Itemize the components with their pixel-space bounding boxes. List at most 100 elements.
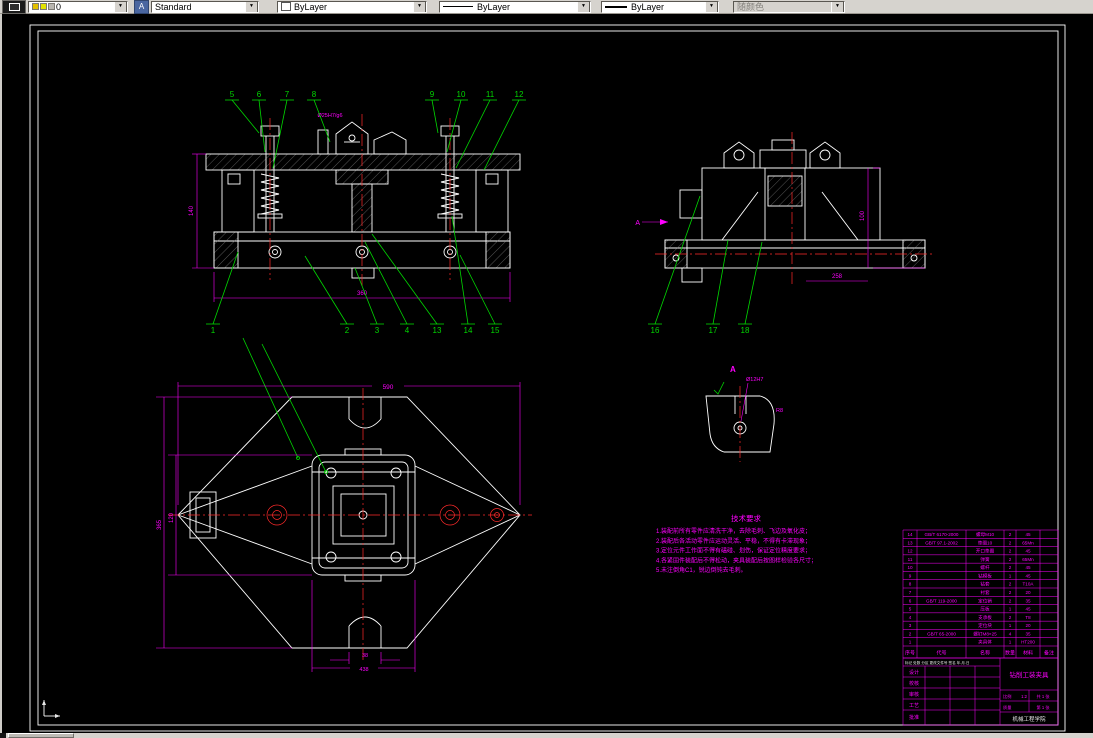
parts-list-cell: 35	[1025, 631, 1031, 636]
parts-list-cell: 2	[1009, 590, 1012, 595]
linetype-combo[interactable]: ByLayer ▼	[439, 1, 591, 13]
drawing-title: 钻削工装夹具	[1010, 670, 1050, 679]
dimension-text: 590	[383, 384, 394, 391]
parts-list-header: 名称	[980, 650, 990, 657]
plotstyle-combo-value: 随颜色	[737, 2, 829, 12]
balloon-number: 12	[515, 90, 524, 99]
parts-list-cell: 螺母M10	[976, 531, 995, 538]
parts-list-cell: 11	[908, 557, 913, 562]
balloon-number: 6	[257, 90, 262, 99]
parts-list-cell: 35	[1025, 598, 1031, 603]
balloon-number: 16	[651, 326, 660, 335]
dimension-text: Ø12H7	[746, 377, 763, 383]
chevron-down-icon[interactable]: ▼	[577, 1, 590, 13]
parts-list-cell: 2	[1009, 532, 1012, 537]
lineweight-combo[interactable]: ByLayer ▼	[601, 1, 719, 13]
scrollbar-corner	[0, 733, 6, 738]
style-combo[interactable]: Standard ▼	[151, 1, 259, 13]
parts-list-cell: 13	[907, 540, 913, 545]
scale-label: 比例	[1003, 693, 1011, 700]
side-view	[655, 132, 935, 286]
front-view	[206, 114, 520, 288]
dimension-text: 140	[189, 205, 195, 216]
balloon-number: 1	[211, 326, 216, 335]
detail-dimensions: A Ø12H7 R8	[730, 365, 783, 421]
balloon-number: 2	[345, 326, 350, 335]
tech-requirements-title: 技术要求	[731, 513, 761, 523]
tech-requirement-line: 2.装配后各活动零件应运动灵活、平稳，不得有卡滞现象；	[656, 537, 811, 545]
parts-list-cell: 钻模板	[978, 572, 992, 579]
drawing-canvas[interactable]: 140 360 Ø25H7/g6	[0, 14, 1093, 733]
parts-list-cell: 螺钉M8×25	[973, 630, 997, 637]
parts-list-cell: 20	[1025, 623, 1031, 628]
layer-on-icon	[32, 3, 39, 10]
layer-combo[interactable]: 0 ▼	[28, 1, 128, 13]
balloon-number: 9	[430, 90, 435, 99]
layer-manager-icon[interactable]	[2, 0, 26, 14]
chevron-down-icon[interactable]: ▼	[114, 1, 127, 13]
detail-view	[706, 382, 774, 462]
tech-requirement-line: 3.定位元件工作面不得有磕碰、划伤，保证定位精度要求；	[656, 547, 811, 555]
parts-list-cell: 3	[909, 623, 912, 628]
balloon-number: 11	[486, 90, 495, 99]
technical-requirements: 技术要求 1.装配前所有零件应清洗干净，去除毛刺、飞边及氧化皮；2.装配后各活动…	[656, 513, 817, 574]
dimension-text: 38	[362, 653, 368, 659]
chevron-down-icon[interactable]: ▼	[413, 1, 426, 13]
parts-list-cell: 夹具体	[978, 639, 992, 646]
style-combo-value: Standard	[155, 2, 243, 12]
parts-list-cell: 2	[909, 631, 912, 636]
color-swatch-icon	[281, 2, 291, 11]
layer-thaw-icon	[40, 3, 47, 10]
balloon-number: 15	[491, 326, 500, 335]
parts-list-cell: GB/T 119-2000	[926, 598, 957, 603]
parts-list-cell: 45	[1025, 549, 1031, 554]
datum-label: A	[635, 220, 640, 227]
dimension-text: 100	[860, 210, 866, 221]
parts-list-cell: 衬套	[980, 589, 990, 596]
balloon-number: 14	[464, 326, 473, 335]
title-block-field: 批准	[909, 714, 919, 721]
sheet-label: 第 1 张	[1036, 704, 1050, 711]
scrollbar-thumb[interactable]	[8, 733, 74, 738]
parts-list-cell: 定位块	[978, 622, 992, 629]
chevron-down-icon[interactable]: ▼	[245, 1, 258, 13]
parts-list-cell: GB/T 97.1-2002	[925, 540, 958, 545]
parts-list-cell: T8	[1025, 615, 1031, 620]
parts-list-cell: 2	[1009, 582, 1012, 587]
chevron-down-icon[interactable]: ▼	[705, 1, 718, 13]
parts-list-cell: 65Mn	[1022, 557, 1034, 562]
parts-list-cell: 4	[1009, 631, 1012, 636]
balloon-number: 10	[457, 90, 466, 99]
layer-combo-value: 0	[56, 2, 112, 12]
color-combo[interactable]: ByLayer ▼	[277, 1, 427, 13]
parts-list-cell: 7	[909, 590, 912, 595]
parts-list-cell: 定位销	[978, 597, 992, 604]
front-dimensions: 140 360 Ø25H7/g6	[189, 113, 510, 302]
parts-list-cell: 2	[1009, 540, 1012, 545]
chevron-down-icon: ▼	[831, 1, 844, 13]
parts-list-cell: 1	[1009, 640, 1012, 645]
parts-list-cell: 支承板	[978, 614, 992, 621]
view-label: A	[730, 365, 736, 374]
color-combo-value: ByLayer	[294, 2, 411, 12]
company-name: 机械工程学院	[1012, 715, 1046, 723]
mass-label: 质量	[1003, 704, 1011, 711]
dimension-text: 365	[157, 519, 163, 530]
parts-list-header: 代号	[936, 650, 946, 657]
sheets-label: 共 1 张	[1036, 693, 1050, 700]
dimension-text: R8	[776, 408, 783, 414]
title-block: 标记 处数 分区 更改文件号 签名 年.月.日 设计 校核 审核 工艺 批准 钻…	[903, 658, 1058, 725]
parts-list-cell: T10A	[1023, 582, 1035, 587]
parts-list-cell: 8	[909, 582, 912, 587]
balloon-number: 13	[433, 326, 442, 335]
parts-list-cell: 弹簧	[980, 556, 990, 563]
tech-requirement-line: 4.各紧固件装配后不得松动，夹具装配后按图样检验各尺寸；	[656, 556, 817, 564]
balloon-number: 17	[709, 326, 718, 335]
linetype-combo-value: ByLayer	[477, 2, 575, 12]
text-style-icon[interactable]: A	[134, 0, 149, 14]
lineweight-sample-icon	[605, 6, 627, 8]
cad-drawing: 140 360 Ø25H7/g6	[2, 14, 1093, 733]
horizontal-scrollbar[interactable]	[0, 733, 1093, 738]
parts-list-cell: 65Mn	[1022, 540, 1034, 545]
parts-list-cell: 2	[1009, 549, 1012, 554]
